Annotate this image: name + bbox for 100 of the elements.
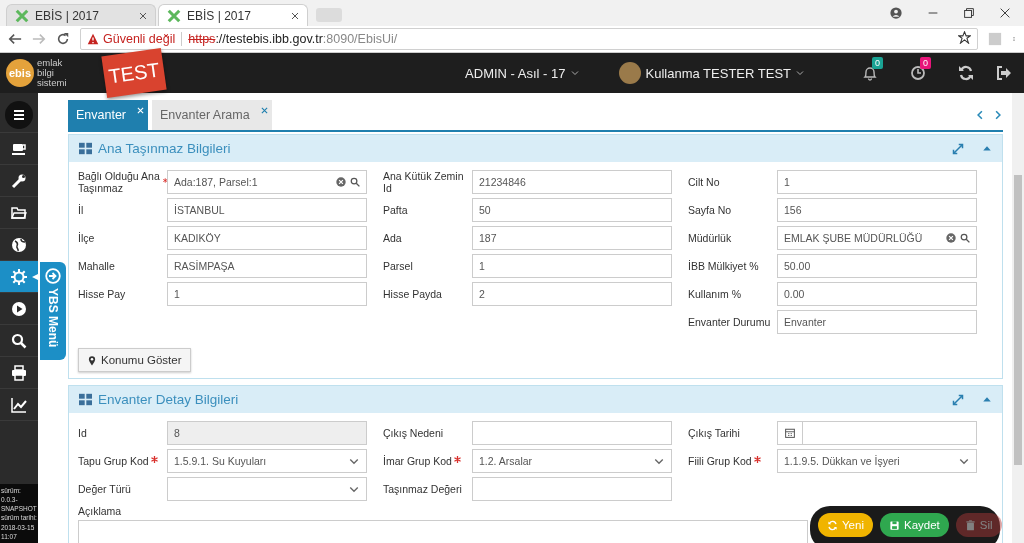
warning-text: Güvenli değil: [103, 32, 176, 46]
role-menu[interactable]: ADMIN - Asıl - 17: [459, 64, 585, 82]
pointer-icon: [32, 271, 38, 283]
required-icon: [150, 455, 158, 463]
clear-icon: [336, 177, 346, 187]
printer-icon: [11, 364, 27, 381]
input-field[interactable]: Envanter: [777, 310, 977, 334]
search-icon: [350, 177, 360, 187]
select-field[interactable]: 1.5.9.1. Su Kuyuları: [167, 449, 367, 473]
clock-icon: [910, 65, 926, 81]
side-menu-tab[interactable]: YBS Menü: [40, 262, 66, 360]
globe-icon: [11, 236, 27, 253]
required-icon: [453, 455, 461, 463]
favicon-icon: [15, 8, 29, 23]
tab[interactable]: Envanter Arama: [152, 100, 272, 130]
select-field[interactable]: 1.2. Arsalar: [472, 449, 672, 473]
field-label: Çıkış Nedeni: [383, 427, 444, 439]
required-icon: [753, 455, 761, 463]
logo-text: emlak bilgi sistemi: [37, 58, 67, 88]
trash-icon: [964, 519, 976, 531]
select-field[interactable]: 1.1.9.5. Dükkan ve İşyeri: [777, 449, 977, 473]
wrench-icon: [11, 172, 27, 189]
field-label: Mahalle: [78, 260, 115, 272]
input-field[interactable]: 156: [777, 198, 977, 222]
input-field[interactable]: 1: [167, 282, 367, 306]
input-field[interactable]: [472, 477, 672, 501]
field-label: Ana Kütük Zemin Id: [383, 170, 465, 194]
warning-icon: [87, 33, 99, 45]
scrollbar[interactable]: [1012, 93, 1024, 543]
account-icon: [890, 7, 902, 19]
input-field[interactable]: 2: [472, 282, 672, 306]
field-label: Açıklama: [78, 505, 123, 517]
field-label: Cilt No: [688, 176, 720, 188]
field-label: Çıkış Tarihi: [688, 427, 740, 439]
close-icon: [260, 107, 268, 114]
input-field[interactable]: 0.00: [777, 282, 977, 306]
field-label: Bağlı Olduğu Ana Taşınmaz: [78, 170, 161, 194]
close-icon: [291, 11, 299, 20]
browser-tab[interactable]: EBİS | 2017: [6, 4, 156, 26]
input-field[interactable]: 50: [472, 198, 672, 222]
chevron-right-icon: [993, 109, 1003, 121]
panel-title: Ana Taşınmaz Bilgileri: [98, 141, 231, 156]
user-menu[interactable]: Kullanma TESTER TEST: [612, 61, 810, 85]
refresh-icon: [827, 519, 838, 531]
close-icon: [139, 11, 147, 20]
expand-icon: [952, 393, 964, 406]
field-label: İBB Mülkiyet %: [688, 260, 759, 272]
refresh-icon: [958, 65, 974, 81]
input-field[interactable]: 1: [472, 254, 672, 278]
close-icon: [1000, 8, 1010, 18]
input-field[interactable]: [472, 421, 672, 445]
forward-arrow-icon: [32, 32, 46, 46]
input-field[interactable]: KADIKÖY: [167, 226, 367, 250]
address-bar[interactable]: Güvenli değil https://testebis.ibb.gov.tr:8090/EbisUi/: [80, 28, 978, 50]
chevron-down-icon: [570, 69, 579, 77]
gear-icon: [11, 268, 27, 285]
field-label: İlçe: [78, 232, 95, 244]
input-field[interactable]: 1: [777, 170, 977, 194]
favicon-icon: [167, 8, 181, 23]
input-field[interactable]: RASİMPAŞA: [167, 254, 367, 278]
line-chart-icon: [11, 396, 27, 413]
date-field[interactable]: [777, 421, 977, 445]
calendar-icon: [785, 428, 795, 438]
input-field[interactable]: 187: [472, 226, 672, 250]
map-pin-icon: [87, 354, 97, 366]
lookup-field[interactable]: EMLAK ŞUBE MÜDÜRLÜĞÜ: [777, 226, 977, 250]
tab[interactable]: Envanter: [68, 100, 149, 130]
lookup-field[interactable]: Ada:187, Parsel:1: [167, 170, 367, 194]
url-text: https://testebis.ibb.gov.tr:8090/EbisUi/: [188, 32, 398, 46]
clock-button[interactable]: 0: [910, 57, 936, 81]
expand-icon: [952, 142, 964, 155]
logo-mark: ebis: [6, 59, 34, 87]
field-label: Envanter Durumu: [688, 316, 771, 328]
back-arrow-icon: [8, 32, 22, 46]
field-label: Fiili Grup Kod: [688, 455, 752, 467]
select-field[interactable]: [167, 477, 367, 501]
search-icon: [11, 332, 27, 349]
field-label: Sayfa No: [688, 204, 732, 216]
grid-icon: [79, 142, 92, 155]
browser-tab[interactable]: EBİS | 2017: [158, 4, 308, 26]
logout-icon: [996, 65, 1012, 81]
restore-icon: [964, 8, 974, 18]
search-icon: [960, 233, 970, 243]
input-field[interactable]: 50.00: [777, 254, 977, 278]
sidebar-item[interactable]: [0, 261, 38, 293]
field-label: Ada: [383, 232, 402, 244]
chevron-down-icon: [796, 69, 804, 77]
show-location-button[interactable]: Konumu Göster: [78, 348, 191, 372]
field-label: Müdürlük: [688, 232, 732, 244]
floppy-icon: [888, 519, 900, 531]
field-label: Hisse Payda: [383, 288, 442, 300]
play-icon: [11, 300, 27, 317]
field-label: İmar Grup Kod: [383, 455, 452, 467]
input-field[interactable]: İSTANBUL: [167, 198, 367, 222]
close-icon: [137, 107, 145, 114]
arrow-circle-icon: [45, 268, 61, 284]
security-warning[interactable]: Güvenli değil: [87, 32, 176, 46]
input-field[interactable]: 21234846: [472, 170, 672, 194]
field-label: İl: [78, 204, 84, 216]
field-label: Hisse Pay: [78, 288, 126, 300]
